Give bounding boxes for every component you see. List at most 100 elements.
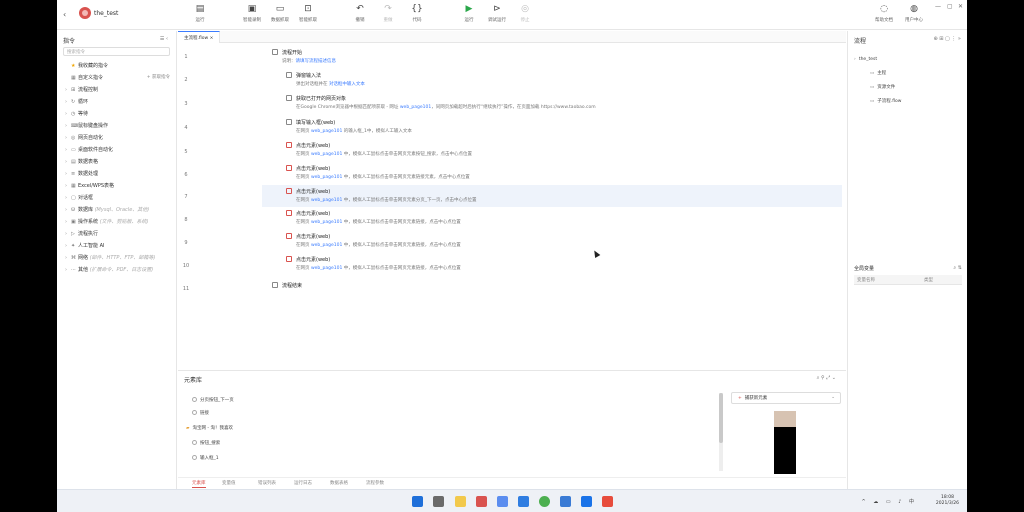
clock[interactable]: 18:08 2021/3/26 <box>936 495 959 507</box>
variable-link[interactable]: web_page101 <box>311 266 342 271</box>
flow-tree-item[interactable]: ▭ 主程 <box>870 70 886 76</box>
system-tray-icons[interactable]: ^ ☁ ▭ ♪ 中 <box>862 498 917 505</box>
rpa-app-taskbar-icon[interactable] <box>476 496 487 507</box>
command-category-item[interactable]: › ⛁ 数据库 (Mysql、Oracle、其他) <box>57 204 176 216</box>
store-icon[interactable] <box>560 496 571 507</box>
flow-step[interactable]: 点击元素(web) 在网页 web_page101 中，模拟人工鼠标点击单击网页元… <box>286 165 470 180</box>
flow-editor[interactable]: 1 2 3 4 5 6 7 8 9 10 11 流程开始 说明：请填写流程描述信息 弹窗输入法 弹出对话框… <box>178 44 846 368</box>
variable-link[interactable]: web_page101 <box>311 152 342 157</box>
minimize-icon[interactable]: — <box>935 3 941 10</box>
variable-link[interactable]: web_page101 <box>311 198 342 203</box>
element-item[interactable]: 按钮_搜索 <box>192 440 220 446</box>
toolbar-run-button[interactable]: ▶ 运行 <box>454 4 484 23</box>
command-category-item[interactable]: ▦ 自定义指令 + 获取指令 <box>57 72 176 84</box>
category-icon: ▢ <box>71 195 76 201</box>
flow-step[interactable]: 点击元素(web) 在网页 web_page101 中，模拟人工鼠标点击单击网页元… <box>286 233 461 248</box>
variable-link[interactable]: 对话框中输入文本 <box>329 82 365 87</box>
back-icon[interactable]: ‹ <box>63 10 66 19</box>
command-category-item[interactable]: › ◷ 等待 <box>57 108 176 120</box>
element-item[interactable]: 分页按钮_下一页 <box>192 397 234 403</box>
toolbar-undo-button[interactable]: ↶ 撤销 <box>345 4 375 23</box>
flow-tree-item[interactable]: ▭ 子流程.flow <box>870 98 901 104</box>
help-docs-button[interactable]: ◌ 帮助文档 <box>869 4 899 23</box>
variable-link[interactable]: web_page101 <box>311 129 342 134</box>
element-item[interactable]: 输入框_1 <box>192 455 219 461</box>
tab-main-flow[interactable]: 主流程.flow × <box>178 31 221 43</box>
toolbar-record-button[interactable]: ▣ 智能录制 <box>237 4 267 23</box>
flow-step[interactable]: 流程开始 说明：请填写流程描述信息 <box>272 49 337 64</box>
flow-tree-item[interactable]: › the_test <box>854 57 877 62</box>
flow-step[interactable]: 点击元素(web) 在网页 web_page101 中，模拟人工鼠标点击单击网页元… <box>286 210 461 225</box>
variable-link[interactable]: 请填写流程描述信息 <box>296 59 337 64</box>
toolbar-redo-button[interactable]: ↷ 重做 <box>373 4 403 23</box>
toolbar-code-button[interactable]: {} 代码 <box>402 4 432 23</box>
command-category-item[interactable]: › ▷ 流程执行 <box>57 228 176 240</box>
command-category-item[interactable]: › ⌘ 网络 (邮件、HTTP、FTP、邮箱等) <box>57 252 176 264</box>
mail-icon[interactable] <box>518 496 529 507</box>
close-icon[interactable]: ✕ <box>958 3 963 10</box>
command-category-item[interactable]: › ↻ 循环 <box>57 96 176 108</box>
command-category-item[interactable]: › ▭ 桌面软件自动化 <box>57 144 176 156</box>
photos-icon[interactable] <box>581 496 592 507</box>
play-icon: ▶ <box>465 4 473 14</box>
flow-step[interactable]: 点击元素(web) 在网页 web_page101 中，模拟人工鼠标点击单击网页元… <box>286 256 461 271</box>
bottom-tab[interactable]: 流程参数 <box>366 480 384 486</box>
flow-tree-item[interactable]: ▭ 资源文件 <box>870 84 895 90</box>
toolbar-debug-button[interactable]: ⊳ 调试运行 <box>482 4 512 23</box>
toolbar-stop-button[interactable]: ◎ 停止 <box>510 4 540 23</box>
step-title: 点击元素(web) <box>296 211 331 217</box>
bottom-tab[interactable]: 错误列表 <box>258 480 276 486</box>
toolbar-web-capture-button[interactable]: ⊡ 智能抓取 <box>293 4 323 23</box>
windows-start-icon[interactable] <box>412 496 423 507</box>
debug-icon: ⊳ <box>493 4 501 14</box>
variable-link[interactable]: web_page101 <box>311 175 342 180</box>
variable-link[interactable]: web_page101 <box>311 220 342 225</box>
command-category-item[interactable]: › ⋯ 其他 (扩展命令、PDF、日志设置) <box>57 264 176 276</box>
variable-link[interactable]: web_page101 <box>311 243 342 248</box>
toolbar-data-capture-button[interactable]: ▭ 数据抓取 <box>265 4 295 23</box>
command-category-item[interactable]: › ▦ Excel/WPS表格 <box>57 180 176 192</box>
bottom-tab[interactable]: 变量值 <box>222 480 236 486</box>
command-category-item[interactable]: › ⊞ 流程控制 <box>57 84 176 96</box>
command-search-input[interactable]: 搜索指令 <box>63 47 170 56</box>
capture-element-button[interactable]: + 捕获新元素 ⌄ <box>731 392 841 404</box>
command-category-item[interactable]: › ▣ 操作系统 (文件、剪贴板、系统) <box>57 216 176 228</box>
bottom-tab[interactable]: 元素库 <box>192 480 206 488</box>
command-category-item[interactable]: › ◎ 网页自动化 <box>57 132 176 144</box>
library-tools-icon[interactable]: ⌕ ⚲ ⤢ ⌄ <box>817 375 836 381</box>
variable-link[interactable]: web_page101 <box>400 105 431 110</box>
flow-step[interactable]: 获取已打开的网页对象 在Google Chrome浏览器中根据匹配项获取 - 网址… <box>286 95 596 110</box>
user-center-button[interactable]: ◍ 用户中心 <box>899 4 929 23</box>
element-item[interactable]: 链接 <box>192 410 209 416</box>
search-taskbar-icon[interactable] <box>433 496 444 507</box>
vars-tools-icon[interactable]: ⌕ ⇅ <box>953 265 962 271</box>
command-category-item[interactable]: › ✦ 人工智能 AI <box>57 240 176 252</box>
chevron-down-icon[interactable]: ⌄ <box>831 395 835 400</box>
flow-step[interactable]: 填写输入框(web) 在网页 web_page101 的输入框_1中，模拟人工输入… <box>286 119 412 134</box>
bottom-tab[interactable]: 数据表格 <box>330 480 348 486</box>
flow-panel-tools-icon[interactable]: ⊕ ⊞ ▢ ⋮ » <box>933 36 961 42</box>
app-taskbar-icon[interactable] <box>602 496 613 507</box>
command-category-item[interactable]: › ⌨鼠标键盘操作 <box>57 120 176 132</box>
command-category-item[interactable]: › ▢ 对话框 <box>57 192 176 204</box>
panel-tools-icon[interactable]: ☰ ‹ <box>160 36 168 42</box>
command-category-item[interactable]: › ▤ 数据表格 <box>57 156 176 168</box>
flow-step[interactable]: 流程结束 <box>272 282 302 289</box>
library-scrollbar[interactable] <box>719 393 723 471</box>
toolbar-run-config-button[interactable]: ▤ 运行 <box>185 4 215 23</box>
bottom-tab[interactable]: 运行日志 <box>294 480 312 486</box>
flow-step[interactable]: 弹窗输入法 弹出对话框并在 对话框中输入文本 <box>286 72 365 87</box>
maximize-icon[interactable]: ▢ <box>947 3 953 10</box>
project-name[interactable]: the_test <box>94 10 118 17</box>
command-category-label: 数据处理 <box>78 171 99 177</box>
command-category-item[interactable]: ★ 我收藏的指令 <box>57 60 176 72</box>
command-category-item[interactable]: › ≡ 数据处理 <box>57 168 176 180</box>
chrome-icon[interactable] <box>539 496 550 507</box>
file-icon: › <box>854 57 856 62</box>
flow-step[interactable]: 点击元素(web) 在网页 web_page101 中，模拟人工鼠标点击单击网页元… <box>286 188 477 203</box>
file-explorer-icon[interactable] <box>455 496 466 507</box>
flow-step[interactable]: 点击元素(web) 在网页 web_page101 中，模拟人工鼠标点击单击网页元… <box>286 142 472 157</box>
teams-icon[interactable] <box>497 496 508 507</box>
element-group[interactable]: ▰ 淘宝网 - 淘！我喜欢 <box>186 425 233 431</box>
get-commands-button[interactable]: + 获取指令 <box>147 72 170 84</box>
